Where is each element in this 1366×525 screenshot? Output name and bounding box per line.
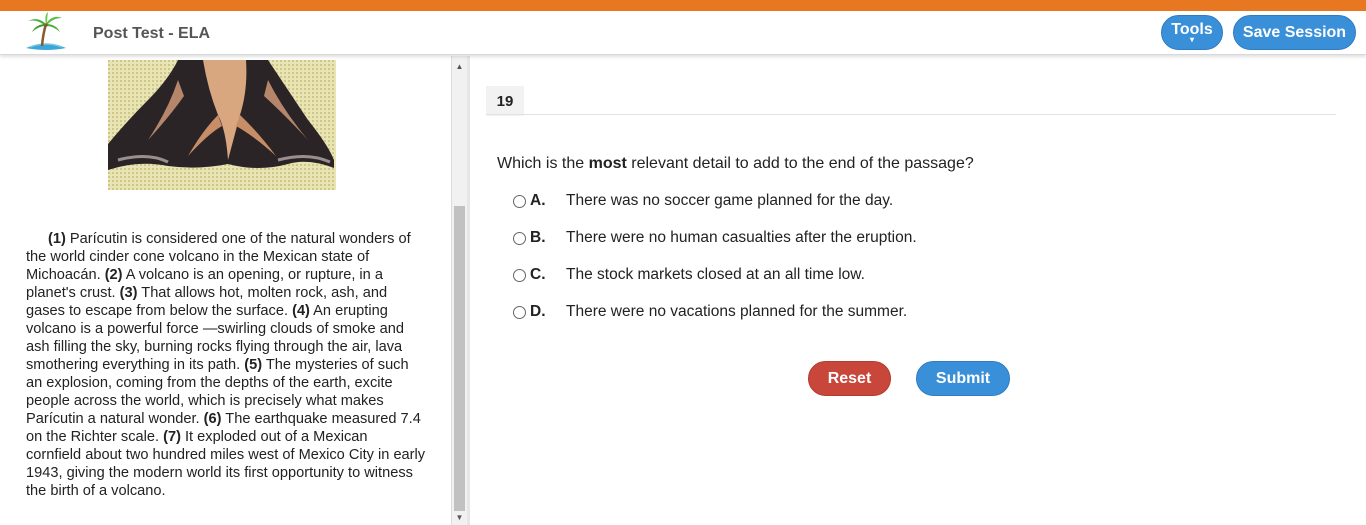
question-pane: 19 Which is the most relevant detail to … — [467, 56, 1366, 525]
prompt-text: Which is the — [497, 155, 589, 172]
passage-text: (1) Parícutin is considered one of the n… — [26, 230, 426, 500]
option-text: There were no human casualties after the… — [566, 229, 917, 246]
tools-button[interactable]: Tools ▾ — [1161, 15, 1223, 50]
prompt-emphasis: most — [588, 155, 627, 172]
answer-option-a[interactable]: A. There was no soccer game planned for … — [513, 190, 893, 212]
option-letter: B. — [530, 229, 546, 246]
palm-tree-logo-icon — [26, 12, 66, 50]
save-session-button[interactable]: Save Session — [1233, 15, 1356, 50]
answer-option-d[interactable]: D. There were no vacations planned for t… — [513, 301, 907, 323]
passage-pane: (1) Parícutin is considered one of the n… — [0, 56, 452, 525]
submit-button[interactable]: Submit — [916, 361, 1010, 396]
option-letter: D. — [530, 303, 546, 320]
scroll-down-arrow-icon[interactable]: ▼ — [452, 513, 467, 525]
sentence-number: (3) — [119, 285, 138, 301]
scroll-up-arrow-icon[interactable]: ▲ — [452, 62, 467, 74]
chevron-down-icon: ▾ — [1189, 34, 1194, 44]
option-text: There was no soccer game planned for the… — [566, 192, 894, 209]
question-number: 19 — [486, 86, 524, 116]
option-text: There were no vacations planned for the … — [566, 303, 908, 320]
sentence-number: (5) — [244, 357, 263, 373]
option-letter: A. — [530, 192, 546, 209]
sentence-number: (6) — [203, 411, 222, 427]
option-letter: C. — [530, 266, 546, 283]
passage-scrollbar[interactable]: ▲ ▼ — [452, 56, 467, 525]
reset-button[interactable]: Reset — [808, 361, 891, 396]
top-accent-bar — [0, 0, 1366, 11]
divider — [486, 114, 1336, 115]
radio-button[interactable] — [513, 231, 526, 245]
sentence-number: (7) — [163, 429, 181, 445]
volcano-illustration — [108, 60, 336, 190]
radio-button[interactable] — [513, 305, 526, 319]
sentence-number: (2) — [104, 267, 123, 283]
option-text: The stock markets closed at an all time … — [566, 266, 865, 283]
sentence-number: (1) — [48, 231, 66, 247]
question-prompt: Which is the most relevant detail to add… — [497, 155, 974, 173]
radio-button[interactable] — [513, 268, 526, 282]
answer-option-c[interactable]: C. The stock markets closed at an all ti… — [513, 264, 865, 286]
prompt-text: relevant detail to add to the end of the… — [626, 155, 974, 172]
radio-button[interactable] — [513, 194, 526, 208]
sentence-number: (4) — [292, 303, 310, 319]
app-header: Post Test - ELA Tools ▾ Save Session — [0, 11, 1366, 55]
answer-option-b[interactable]: B. There were no human casualties after … — [513, 227, 917, 249]
scroll-thumb[interactable] — [454, 206, 465, 511]
app-title: Post Test - ELA — [93, 25, 211, 42]
